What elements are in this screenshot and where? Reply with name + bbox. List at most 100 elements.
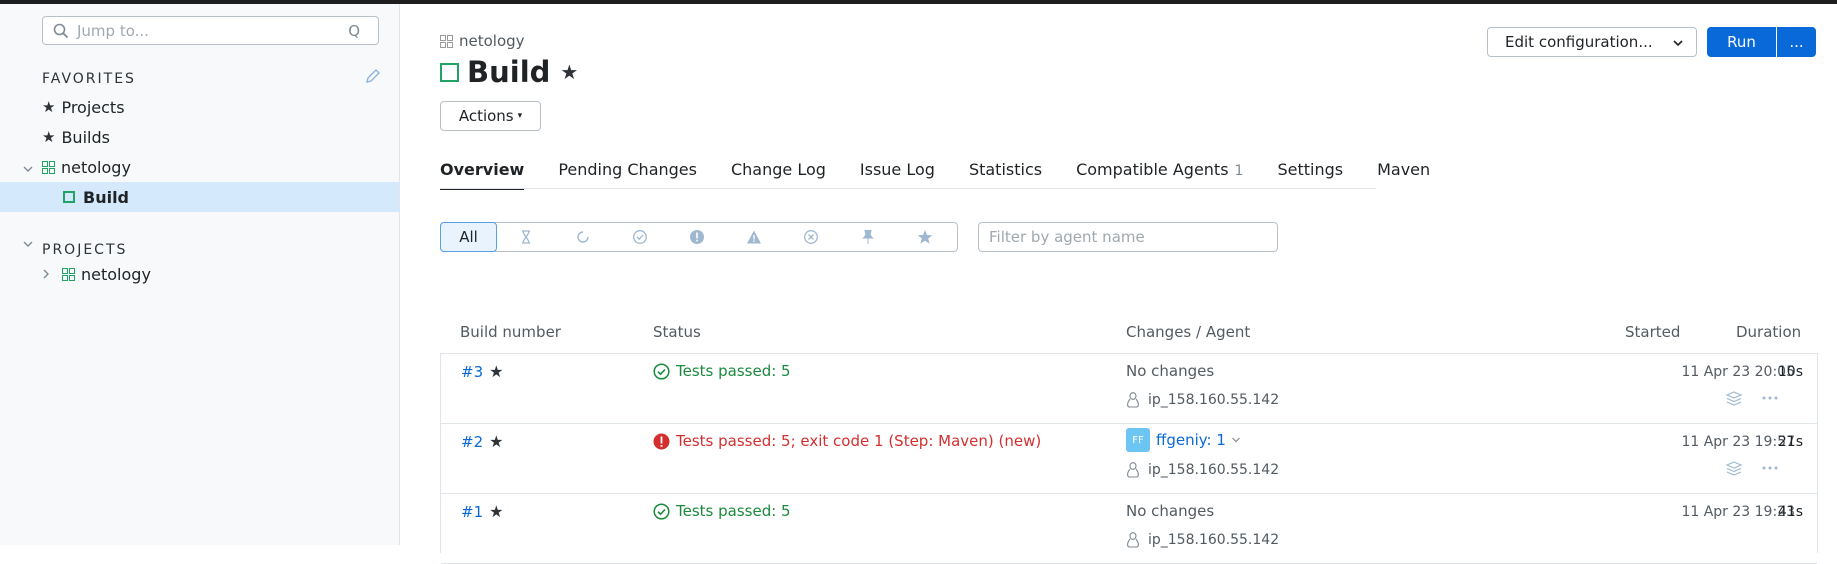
edit-favorites-icon[interactable]: [364, 67, 382, 85]
filter-pinned-button[interactable]: [839, 223, 896, 251]
header-started[interactable]: Started: [1625, 323, 1680, 341]
table-row[interactable]: #2 ★ Tests passed: 5; exit code 1 (Step:…: [441, 424, 1817, 494]
row-icons: [1725, 460, 1779, 476]
duration-cell: 21s: [1777, 434, 1803, 450]
search-shortcut: Q: [348, 22, 360, 40]
filter-all-button[interactable]: All: [440, 222, 497, 252]
duration-cell: 41s: [1777, 504, 1803, 520]
tab-maven[interactable]: Maven: [1377, 160, 1430, 190]
star-icon: ★: [42, 98, 56, 116]
header-status: Status: [653, 323, 701, 341]
filter-running-button[interactable]: [554, 223, 611, 251]
build-number-cell: #3 ★: [461, 362, 503, 381]
filter-warning-button[interactable]: [725, 223, 782, 251]
favorite-star-icon[interactable]: ★: [560, 60, 578, 84]
filter-successful-button[interactable]: [611, 223, 668, 251]
status-cell[interactable]: Tests passed: 5; exit code 1 (Step: Mave…: [653, 432, 1041, 450]
sidebar-item-label: Build: [83, 187, 130, 207]
build-number-link[interactable]: #2: [461, 433, 483, 451]
sidebar-build-content: Build: [63, 182, 129, 212]
actions-label: Actions: [458, 107, 514, 125]
avatar: FF: [1126, 428, 1150, 452]
tab-bar: Overview Pending Changes Change Log Issu…: [440, 160, 1464, 190]
agent-cell[interactable]: ip_158.160.55.142: [1126, 532, 1279, 548]
project-icon: [42, 160, 55, 174]
star-icon[interactable]: ★: [489, 362, 503, 381]
sidebar-item-netology-project[interactable]: netology: [62, 259, 151, 289]
table-row[interactable]: #3 ★ Tests passed: 5 No changes ip_158.1…: [441, 354, 1817, 424]
breadcrumb-label: netology: [459, 32, 525, 50]
run-button[interactable]: Run: [1707, 27, 1776, 57]
running-icon: [576, 231, 589, 243]
build-number-link[interactable]: #1: [461, 503, 483, 521]
changes-text[interactable]: No changes: [1126, 502, 1214, 520]
chevron-right-icon[interactable]: [40, 268, 52, 280]
artifacts-icon[interactable]: [1725, 390, 1743, 406]
sidebar-item-build-selected[interactable]: Build: [0, 182, 399, 212]
breadcrumb[interactable]: netology: [440, 32, 525, 50]
duration-cell: 10s: [1777, 364, 1803, 380]
run-options-button[interactable]: ...: [1777, 27, 1816, 57]
chevron-down-icon: [1231, 437, 1240, 443]
sidebar: Jump to... Q FAVORITES ★ Projects ★ Buil…: [0, 4, 400, 545]
status-filter-group: All: [440, 222, 958, 252]
tab-settings[interactable]: Settings: [1277, 160, 1343, 190]
sidebar-item-label: netology: [61, 157, 131, 177]
chevron-down-icon: ▾: [517, 111, 523, 121]
agent-name: ip_158.160.55.142: [1148, 392, 1280, 408]
favorites-title: FAVORITES: [42, 71, 136, 87]
changes-cell[interactable]: FF ffgeniy: 1: [1126, 428, 1241, 452]
tab-statistics[interactable]: Statistics: [969, 160, 1042, 190]
success-icon: [653, 502, 670, 520]
more-options-icon[interactable]: [1761, 390, 1779, 406]
warning-icon: [746, 230, 761, 244]
success-icon: [653, 362, 670, 380]
filter-failed-button[interactable]: [668, 223, 725, 251]
header-changes-agent: Changes / Agent: [1126, 323, 1251, 341]
agent-name: ip_158.160.55.142: [1148, 462, 1280, 478]
agent-filter-input[interactable]: Filter by agent name: [978, 222, 1278, 252]
agent-cell[interactable]: ip_158.160.55.142: [1126, 462, 1279, 478]
status-cell[interactable]: Tests passed: 5: [653, 502, 791, 520]
chevron-down-icon[interactable]: [22, 238, 34, 250]
sidebar-item-label: Builds: [61, 127, 110, 147]
filter-cancelled-button[interactable]: [782, 223, 839, 251]
build-number-link[interactable]: #3: [461, 363, 483, 381]
tab-compatible-agents[interactable]: Compatible Agents 1: [1076, 160, 1243, 190]
tabs-divider: [440, 188, 1376, 189]
filter-starred-button[interactable]: [896, 223, 953, 251]
table-row[interactable]: #1 ★ Tests passed: 5 No changes ip_158.1…: [441, 494, 1817, 564]
tab-overview[interactable]: Overview: [440, 160, 525, 190]
jump-to-search[interactable]: Jump to... Q: [42, 16, 379, 45]
edit-configuration-button[interactable]: Edit configuration...: [1487, 27, 1671, 57]
edit-configuration-dropdown[interactable]: [1659, 27, 1697, 57]
star-icon[interactable]: ★: [489, 502, 503, 521]
status-cell[interactable]: Tests passed: 5: [653, 362, 791, 380]
header-duration[interactable]: Duration: [1736, 323, 1801, 341]
filter-queued-button[interactable]: [497, 223, 554, 251]
committer-link[interactable]: ffgeniy: 1: [1156, 431, 1226, 449]
project-icon: [62, 267, 75, 281]
search-icon: [53, 23, 69, 39]
check-circle-icon: [632, 230, 647, 244]
sidebar-item-projects[interactable]: ★ Projects: [42, 92, 125, 122]
sidebar-item-netology[interactable]: netology: [42, 152, 131, 182]
chevron-down-icon[interactable]: [22, 163, 34, 175]
tab-pending-changes[interactable]: Pending Changes: [558, 160, 697, 190]
agent-name: ip_158.160.55.142: [1148, 532, 1280, 548]
actions-button[interactable]: Actions ▾: [440, 101, 541, 131]
header-build-number[interactable]: Build number: [460, 323, 561, 341]
star-icon: [917, 230, 932, 244]
agent-cell[interactable]: ip_158.160.55.142: [1126, 392, 1279, 408]
more-options-icon[interactable]: [1761, 460, 1779, 476]
sidebar-item-builds[interactable]: ★ Builds: [42, 122, 110, 152]
artifacts-icon[interactable]: [1725, 460, 1743, 476]
pin-icon: [861, 230, 874, 244]
tab-change-log[interactable]: Change Log: [731, 160, 826, 190]
star-icon[interactable]: ★: [489, 432, 503, 451]
changes-text[interactable]: No changes: [1126, 362, 1214, 380]
build-config-icon: [440, 62, 459, 82]
project-icon: [440, 34, 453, 48]
status-text: Tests passed: 5: [676, 502, 791, 520]
tab-issue-log[interactable]: Issue Log: [860, 160, 935, 190]
